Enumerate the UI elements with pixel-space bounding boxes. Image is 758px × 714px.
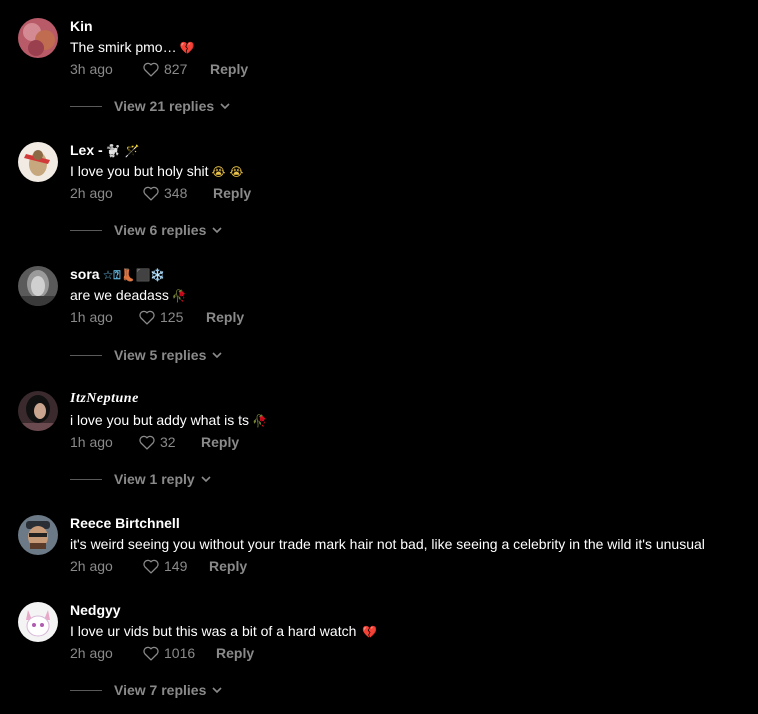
divider-line (70, 354, 102, 356)
comment-text: it's weird seeing you without your trade… (70, 535, 705, 553)
chevron-down-icon (212, 687, 222, 694)
view-replies-button[interactable]: View 1 reply (70, 471, 211, 487)
avatar[interactable] (18, 391, 58, 431)
broken-heart-emoji: 💔 (362, 625, 378, 639)
comment-body: i love you but addy what is ts (70, 412, 249, 428)
username-emoji: 🐩 🪄 (105, 144, 140, 158)
timestamp: 2h ago (70, 558, 113, 574)
divider-line (70, 478, 102, 480)
username-text: sora (70, 266, 100, 282)
like-button[interactable]: 125 (138, 309, 206, 325)
like-button[interactable]: 32 (138, 434, 201, 450)
username[interactable]: Lex - 🐩 🪄 (70, 142, 140, 159)
comment-text: are we deadass 🥀 (70, 286, 187, 305)
chevron-down-icon (212, 227, 222, 234)
timestamp: 1h ago (70, 434, 113, 450)
reply-button[interactable]: Reply (206, 309, 244, 325)
username[interactable]: Kin (70, 18, 93, 34)
view-replies-button[interactable]: View 6 replies (70, 222, 222, 238)
reply-button[interactable]: Reply (216, 645, 254, 661)
heart-outline-icon (143, 646, 159, 661)
like-count: 32 (160, 434, 176, 450)
like-button[interactable]: 348 (142, 185, 213, 201)
comment-meta: 2h ago 1016 Reply (70, 644, 254, 662)
chevron-down-icon (201, 476, 211, 483)
comment-meta: 1h ago 125 Reply (70, 308, 244, 326)
wilted-rose-emoji: 🥀 (252, 414, 267, 428)
chevron-down-icon (220, 103, 230, 110)
heart-outline-icon (143, 186, 159, 201)
username[interactable]: Reece Birtchnell (70, 515, 180, 531)
heart-outline-icon (143, 62, 159, 77)
username-text: Lex - (70, 142, 103, 158)
comment-meta: 1h ago 32 Reply (70, 433, 239, 451)
reply-button[interactable]: Reply (213, 185, 251, 201)
comment-body: are we deadass (70, 287, 169, 303)
broken-heart-emoji: 💔 (179, 41, 195, 55)
heart-outline-icon (143, 559, 159, 574)
divider-line (70, 105, 102, 107)
like-count: 1016 (164, 645, 196, 661)
view-replies-label: View 5 replies (114, 347, 207, 363)
view-replies-label: View 6 replies (114, 222, 207, 238)
view-replies-label: View 21 replies (114, 98, 215, 114)
comment-body: it's weird seeing you without your trade… (70, 536, 705, 552)
avatar[interactable] (18, 602, 58, 642)
timestamp: 2h ago (70, 185, 113, 201)
divider-line (70, 229, 102, 231)
timestamp: 1h ago (70, 309, 113, 325)
view-replies-button[interactable]: View 5 replies (70, 347, 222, 363)
username[interactable]: Nedgyy (70, 602, 121, 618)
comment-text: I love you but holy shit 😭 😭 (70, 162, 243, 181)
heart-outline-icon (139, 435, 155, 450)
wilted-rose-emoji: 🥀 (171, 289, 187, 303)
comment-body: The smirk pmo… (70, 39, 177, 55)
reply-button[interactable]: Reply (210, 61, 248, 77)
crying-face-emoji: 😭 😭 (211, 165, 244, 179)
username[interactable]: ItzNeptune (70, 391, 139, 407)
comment-text: i love you but addy what is ts 🥀 (70, 411, 267, 430)
like-button[interactable]: 827 (142, 61, 210, 77)
like-count: 827 (164, 61, 188, 77)
comment-meta: 2h ago 149 Reply (70, 557, 247, 575)
comment-body: I love you but holy shit (70, 163, 209, 179)
like-count: 348 (164, 185, 188, 201)
comment-meta: 2h ago 348 Reply (70, 184, 251, 202)
view-replies-label: View 7 replies (114, 682, 207, 698)
comment-text: The smirk pmo… 💔 (70, 38, 195, 57)
avatar[interactable] (18, 18, 58, 58)
like-count: 125 (160, 309, 184, 325)
timestamp: 2h ago (70, 645, 113, 661)
avatar[interactable] (18, 266, 58, 306)
like-button[interactable]: 1016 (142, 645, 216, 661)
view-replies-label: View 1 reply (114, 471, 195, 487)
username-emoji: ☆⍰👢⬛❄️ (102, 268, 166, 282)
divider-line (70, 689, 102, 691)
like-count: 149 (164, 558, 188, 574)
timestamp: 3h ago (70, 61, 113, 77)
avatar[interactable] (18, 142, 58, 182)
username[interactable]: sora ☆⍰👢⬛❄️ (70, 266, 165, 283)
comment-text: I love ur vids but this was a bit of a h… (70, 622, 377, 641)
view-replies-button[interactable]: View 21 replies (70, 98, 230, 114)
view-replies-button[interactable]: View 7 replies (70, 682, 222, 698)
reply-button[interactable]: Reply (201, 434, 239, 450)
reply-button[interactable]: Reply (209, 558, 247, 574)
comment-meta: 3h ago 827 Reply (70, 60, 248, 78)
like-button[interactable]: 149 (142, 558, 209, 574)
chevron-down-icon (212, 352, 222, 359)
heart-outline-icon (139, 310, 155, 325)
comment-body: I love ur vids but this was a bit of a h… (70, 623, 357, 639)
avatar[interactable] (18, 515, 58, 555)
